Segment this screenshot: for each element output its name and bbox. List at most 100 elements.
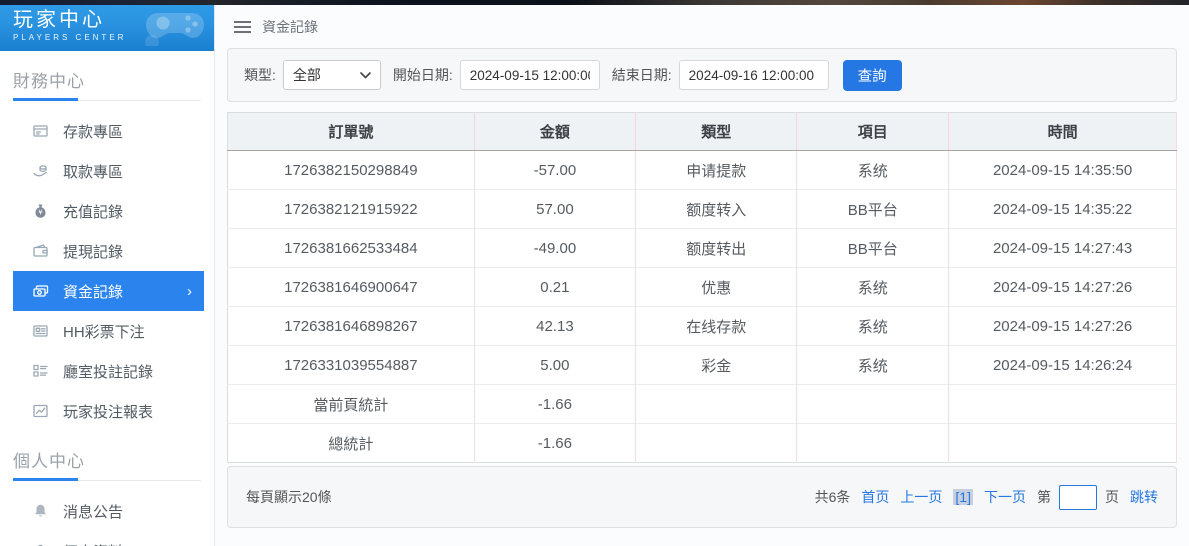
sidebar-item-label: HH彩票下注 bbox=[63, 321, 145, 342]
summary-row-total: 總統計 -1.66 bbox=[228, 424, 1177, 463]
table-cell: 2024-09-15 14:27:26 bbox=[949, 307, 1177, 346]
table-cell: 系统 bbox=[797, 151, 949, 190]
hand-money-icon bbox=[32, 163, 49, 179]
records-table: 訂單號 金額 類型 項目 時間 1726382150298849 -57.00 … bbox=[227, 112, 1177, 463]
column-header-order: 訂單號 bbox=[228, 113, 475, 151]
section-title-finance: 財務中心 bbox=[13, 67, 201, 92]
chart-report-icon bbox=[32, 403, 49, 419]
topbar: 資金記錄 bbox=[227, 5, 1177, 48]
gamepad-icon bbox=[142, 4, 208, 51]
table-cell: 额度转出 bbox=[636, 229, 797, 268]
prev-page-link[interactable]: 上一页 bbox=[900, 487, 942, 507]
column-header-time: 時間 bbox=[949, 113, 1177, 151]
table-cell bbox=[797, 385, 949, 424]
table-cell: 1726381646898267 bbox=[228, 307, 475, 346]
table-row: 1726382150298849 -57.00 申请提款 系统 2024-09-… bbox=[228, 151, 1177, 190]
sidebar-item-label: 取款專區 bbox=[63, 161, 123, 182]
jump-button[interactable]: 跳转 bbox=[1130, 487, 1158, 507]
breadcrumb: 資金記錄 bbox=[262, 17, 318, 37]
table-cell: 2024-09-15 14:35:22 bbox=[949, 190, 1177, 229]
table-row: 1726381646898267 42.13 在线存款 系统 2024-09-1… bbox=[228, 307, 1177, 346]
section-rule bbox=[13, 480, 201, 481]
table-cell: 1726382121915922 bbox=[228, 190, 475, 229]
table-row: 1726381662533484 -49.00 额度转出 BB平台 2024-0… bbox=[228, 229, 1177, 268]
column-header-type: 類型 bbox=[636, 113, 797, 151]
first-page-link[interactable]: 首页 bbox=[861, 487, 889, 507]
sidebar-item-announcements[interactable]: 消息公告 bbox=[0, 491, 214, 531]
start-date-label: 開始日期: bbox=[393, 65, 453, 85]
sidebar-item-deposit-zone[interactable]: 存款專區 bbox=[0, 111, 214, 151]
table-cell: 系统 bbox=[797, 307, 949, 346]
start-date-input[interactable] bbox=[460, 60, 600, 90]
end-date-label: 結束日期: bbox=[612, 65, 672, 85]
sidebar-item-label: 廳室投註記錄 bbox=[63, 361, 153, 382]
sidebar-item-profile[interactable]: 個人資料 bbox=[0, 531, 214, 546]
deposit-icon bbox=[32, 123, 49, 139]
next-page-link[interactable]: 下一页 bbox=[984, 487, 1026, 507]
money-bag-icon: ¥ bbox=[32, 203, 49, 219]
table-cell: 42.13 bbox=[474, 307, 635, 346]
sidebar-item-withdrawal-records[interactable]: 提現記錄 bbox=[0, 231, 214, 271]
table-row: 1726331039554887 5.00 彩金 系统 2024-09-15 1… bbox=[228, 346, 1177, 385]
chevron-right-icon: › bbox=[187, 283, 192, 300]
table-cell bbox=[636, 385, 797, 424]
column-header-item: 項目 bbox=[797, 113, 949, 151]
page-size-text: 每頁顯示20條 bbox=[246, 487, 332, 507]
table-cell: 申请提款 bbox=[636, 151, 797, 190]
table-cell: BB平台 bbox=[797, 229, 949, 268]
jump-prefix-label: 第 bbox=[1037, 487, 1051, 507]
table-cell: 在线存款 bbox=[636, 307, 797, 346]
chevron-down-icon bbox=[360, 72, 371, 79]
records-table-container: 訂單號 金額 類型 項目 時間 1726382150298849 -57.00 … bbox=[227, 112, 1177, 463]
sidebar-item-label: 個人資料 bbox=[63, 541, 123, 546]
table-row: 1726381646900647 0.21 优惠 系统 2024-09-15 1… bbox=[228, 268, 1177, 307]
column-header-amount: 金額 bbox=[474, 113, 635, 151]
table-cell: 1726382150298849 bbox=[228, 151, 475, 190]
query-button[interactable]: 查詢 bbox=[843, 60, 902, 91]
sidebar-item-label: 提現記錄 bbox=[63, 241, 123, 262]
section-title-personal: 個人中心 bbox=[13, 447, 201, 472]
sidebar-item-label: 充值記錄 bbox=[63, 201, 123, 222]
table-cell: 1726381662533484 bbox=[228, 229, 475, 268]
table-cell: 2024-09-15 14:27:43 bbox=[949, 229, 1177, 268]
total-count: 共6条 bbox=[815, 487, 851, 507]
table-cell: 系统 bbox=[797, 346, 949, 385]
hamburger-menu-icon[interactable] bbox=[234, 20, 251, 34]
table-cell bbox=[797, 424, 949, 463]
sidebar: 玩家中心 PLAYERS CENTER 財務中心 存款專區 bbox=[0, 0, 215, 546]
table-cell: 2024-09-15 14:26:24 bbox=[949, 346, 1177, 385]
table-cell: -57.00 bbox=[474, 151, 635, 190]
sidebar-item-room-bet-records[interactable]: 廳室投註記錄 bbox=[0, 351, 214, 391]
table-cell: -49.00 bbox=[474, 229, 635, 268]
table-cell: 0.21 bbox=[474, 268, 635, 307]
page: 玩家中心 PLAYERS CENTER 財務中心 存款專區 bbox=[0, 0, 1189, 546]
table-cell: 總統計 bbox=[228, 424, 475, 463]
app-logo: 玩家中心 PLAYERS CENTER bbox=[0, 0, 214, 51]
table-cell bbox=[636, 424, 797, 463]
end-date-input[interactable] bbox=[679, 60, 829, 90]
sidebar-item-funds-records[interactable]: 資金記錄 › bbox=[13, 271, 204, 311]
table-cell: 1726331039554887 bbox=[228, 346, 475, 385]
jump-page-input[interactable] bbox=[1059, 485, 1097, 510]
personal-nav: 消息公告 個人資料 bbox=[0, 491, 214, 546]
current-page-indicator: [1] bbox=[953, 489, 973, 505]
table-row: 1726382121915922 57.00 额度转入 BB平台 2024-09… bbox=[228, 190, 1177, 229]
type-select[interactable]: 全部 bbox=[283, 60, 381, 90]
type-label: 類型: bbox=[244, 65, 276, 85]
sidebar-item-recharge-records[interactable]: ¥ 充值記錄 bbox=[0, 191, 214, 231]
sidebar-item-withdraw-zone[interactable]: 取款專區 bbox=[0, 151, 214, 191]
table-cell: 57.00 bbox=[474, 190, 635, 229]
table-cell: 1726381646900647 bbox=[228, 268, 475, 307]
type-select-value: 全部 bbox=[293, 65, 321, 85]
banknotes-icon bbox=[32, 283, 49, 299]
table-cell: 當前頁統計 bbox=[228, 385, 475, 424]
sidebar-item-hh-lottery-bets[interactable]: HH彩票下注 bbox=[0, 311, 214, 351]
sidebar-item-player-bet-report[interactable]: 玩家投注報表 bbox=[0, 391, 214, 431]
table-cell: -1.66 bbox=[474, 385, 635, 424]
jump-suffix-label: 页 bbox=[1105, 487, 1119, 507]
finance-nav: 存款專區 取款專區 ¥ 充值記錄 提現記錄 bbox=[0, 111, 214, 431]
sidebar-item-label: 資金記錄 bbox=[63, 281, 123, 302]
svg-text:¥: ¥ bbox=[38, 209, 43, 217]
document-icon bbox=[32, 323, 49, 339]
table-cell bbox=[949, 424, 1177, 463]
